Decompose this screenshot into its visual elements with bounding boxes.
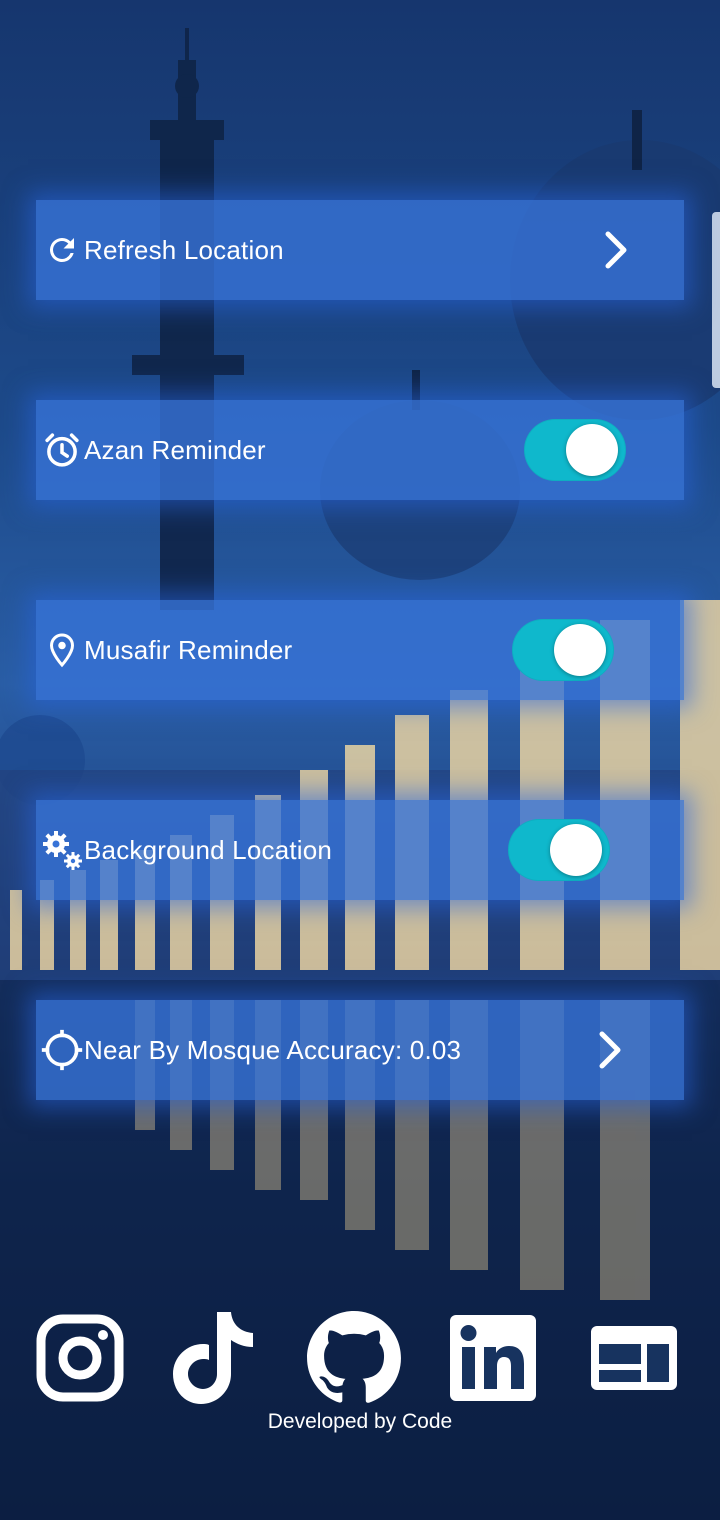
social-links <box>0 1308 720 1408</box>
chevron-right-icon <box>590 1026 630 1074</box>
gears-icon <box>38 826 86 874</box>
azan-reminder-toggle[interactable] <box>524 419 626 481</box>
developer-credit: Developed by Code <box>267 1410 453 1433</box>
background-location-toggle[interactable] <box>508 819 610 881</box>
musafir-reminder-row: Musafir Reminder <box>36 600 684 700</box>
chevron-right-icon <box>596 226 636 274</box>
musafir-reminder-toggle[interactable] <box>512 619 614 681</box>
scrollbar[interactable] <box>712 212 720 388</box>
background-location-row: Background Location <box>36 800 684 900</box>
mosque-accuracy-label: Near By Mosque Accuracy: 0.03 <box>84 1034 462 1065</box>
azan-reminder-label: Azan Reminder <box>84 434 266 465</box>
toggle-knob <box>554 624 606 676</box>
github-icon[interactable] <box>304 1308 404 1408</box>
refresh-location-label: Refresh Location <box>84 234 284 265</box>
mosque-accuracy-row[interactable]: Near By Mosque Accuracy: 0.03 <box>36 1000 684 1100</box>
instagram-icon[interactable] <box>30 1308 130 1408</box>
azan-reminder-row: Azan Reminder <box>36 400 684 500</box>
linkedin-icon[interactable] <box>443 1308 543 1408</box>
location-pin-icon <box>38 626 86 674</box>
tiktok-icon[interactable] <box>164 1308 264 1408</box>
portfolio-icon[interactable] <box>584 1308 684 1408</box>
refresh-icon <box>38 226 86 274</box>
toggle-knob <box>550 824 602 876</box>
background-location-label: Background Location <box>84 834 333 865</box>
refresh-location-row[interactable]: Refresh Location <box>36 200 684 300</box>
alarm-icon <box>38 426 86 474</box>
musafir-reminder-label: Musafir Reminder <box>84 634 293 665</box>
toggle-knob <box>566 424 618 476</box>
crosshair-icon <box>38 1026 86 1074</box>
